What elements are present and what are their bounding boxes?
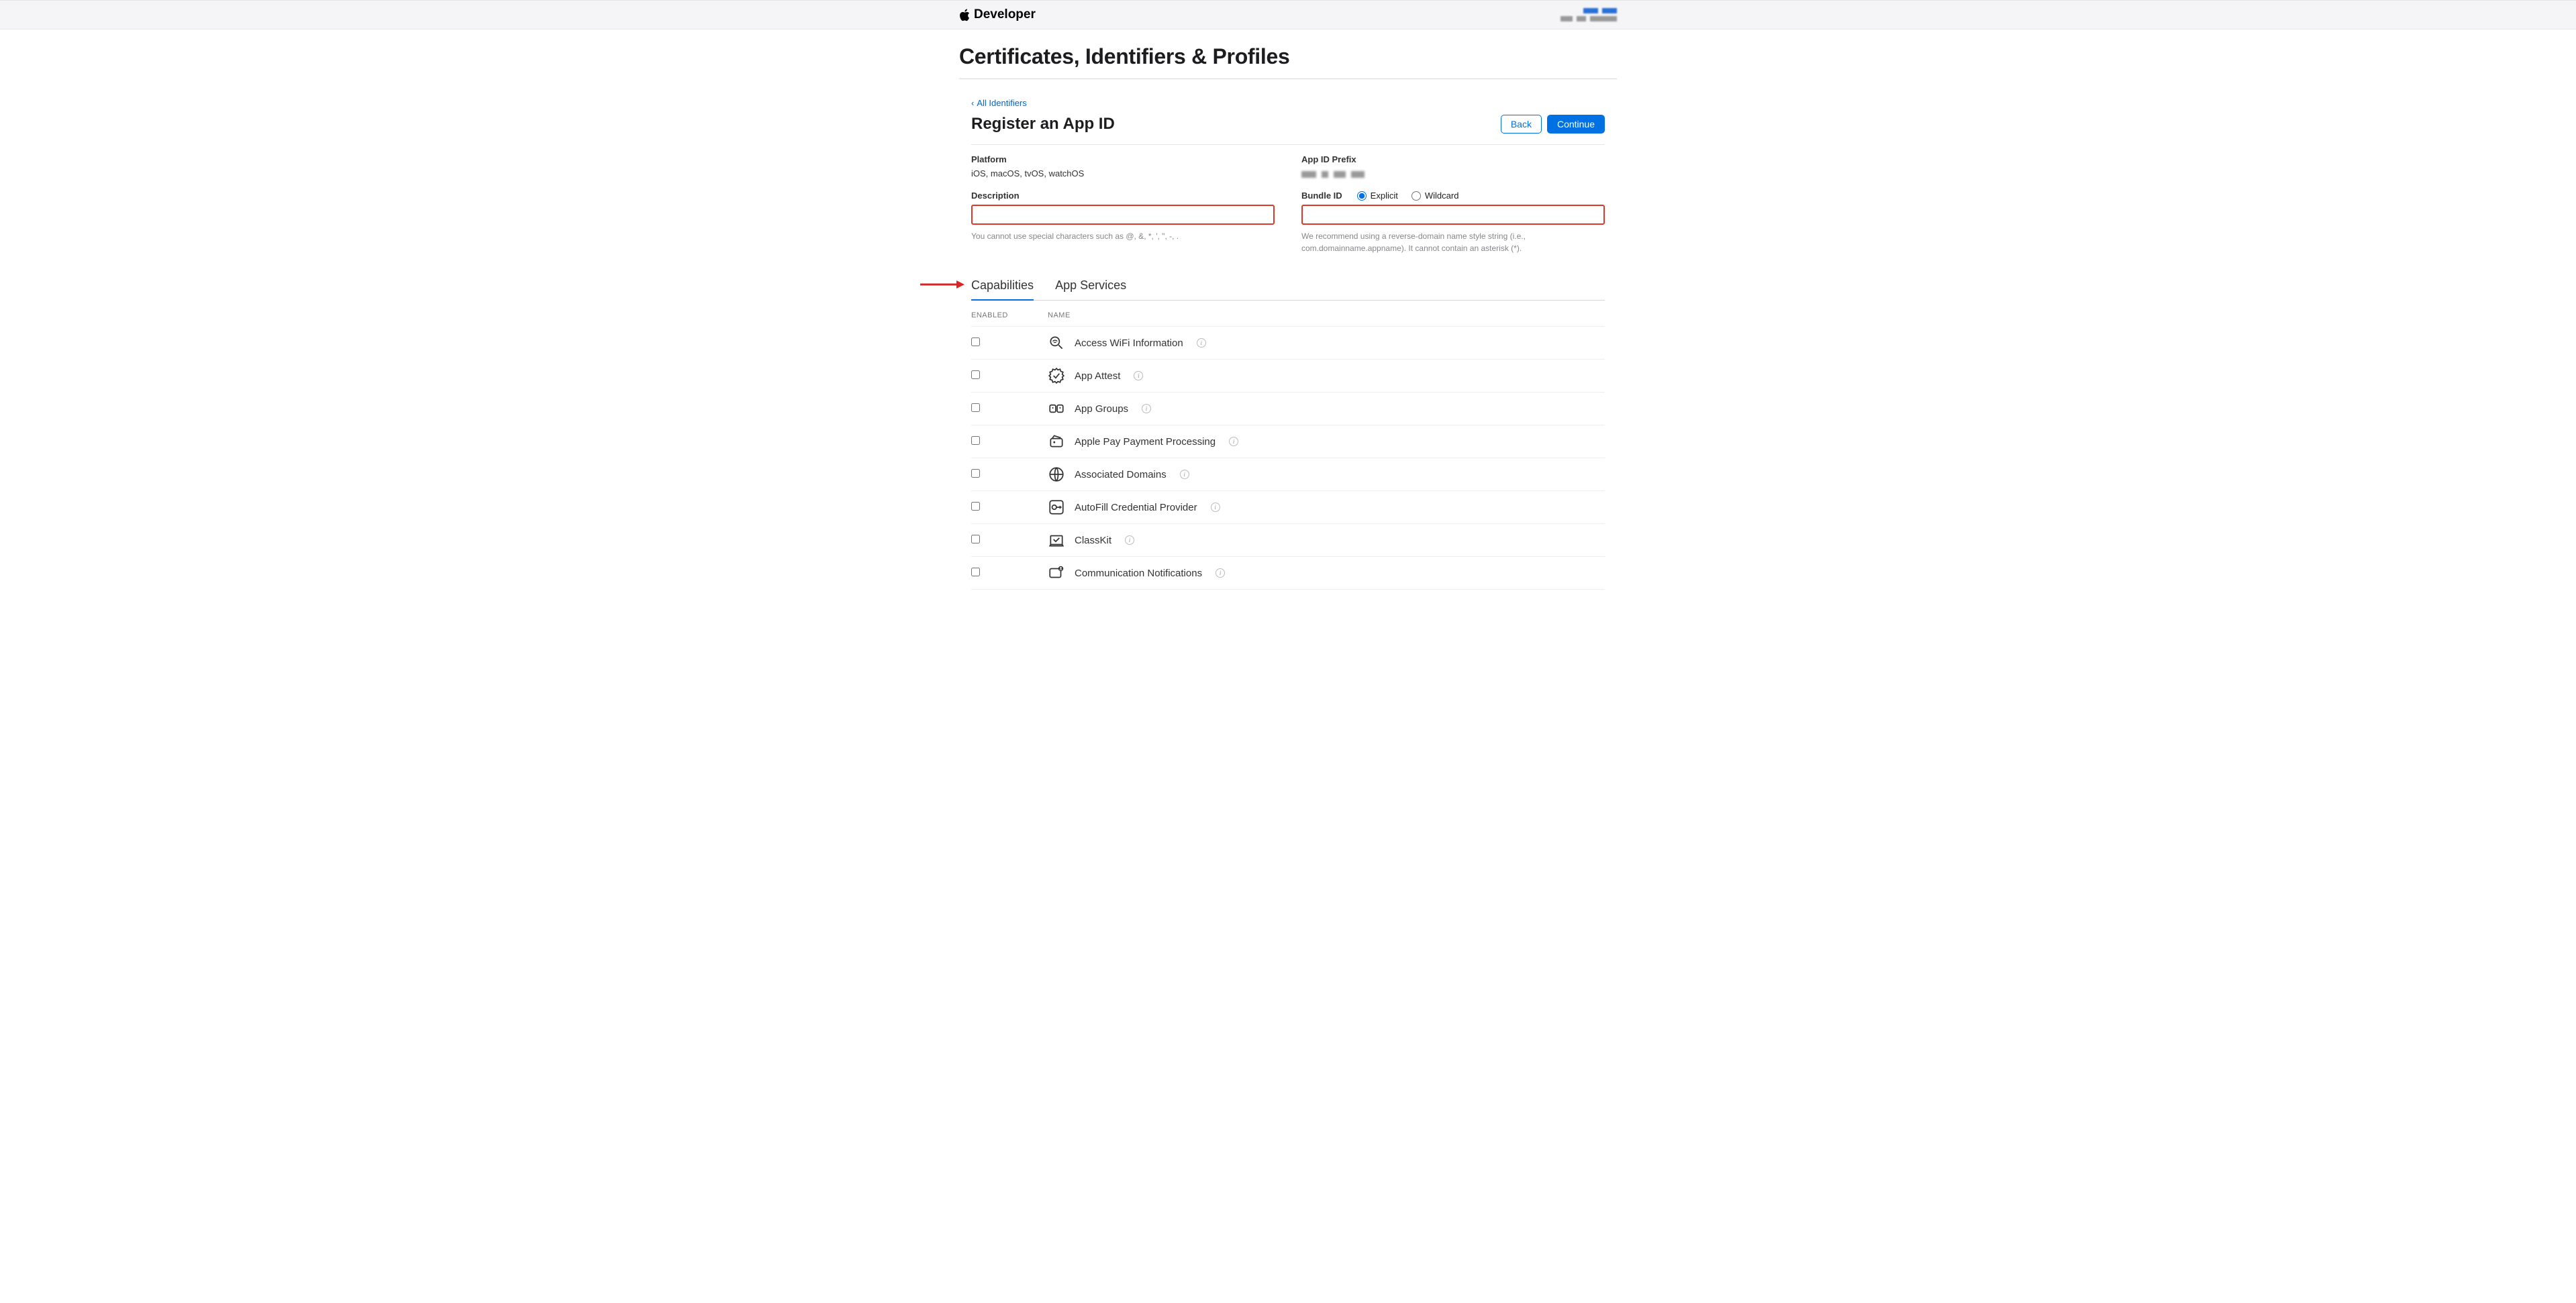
globe-icon (1048, 466, 1065, 483)
key-icon (1048, 499, 1065, 516)
back-button[interactable]: Back (1501, 115, 1542, 134)
info-icon[interactable]: i (1134, 371, 1143, 380)
form-title: Register an App ID (971, 115, 1115, 134)
info-icon[interactable]: i (1125, 535, 1134, 545)
capability-row: Associated Domains i (971, 458, 1605, 491)
wildcard-radio[interactable]: Wildcard (1411, 191, 1459, 201)
app-id-prefix-redacted (1301, 171, 1605, 178)
capability-row: App Attest i (971, 360, 1605, 393)
capability-name: AutoFill Credential Provider (1075, 502, 1197, 513)
capability-name: Associated Domains (1075, 469, 1167, 480)
capability-name: ClassKit (1075, 535, 1111, 546)
capability-name: App Groups (1075, 403, 1128, 415)
bundle-id-help: We recommend using a reverse-domain name… (1301, 230, 1605, 254)
column-enabled: ENABLED (971, 311, 1048, 319)
developer-brand-link[interactable]: Developer (959, 7, 1036, 22)
tab-capabilities[interactable]: Capabilities (971, 274, 1034, 301)
capability-name: Access WiFi Information (1075, 337, 1183, 349)
description-label: Description (971, 191, 1275, 201)
info-icon[interactable]: i (1197, 338, 1206, 348)
description-input[interactable] (971, 205, 1275, 225)
chevron-left-icon: ‹ (971, 98, 974, 108)
wallet-icon (1048, 433, 1065, 450)
wifi-search-icon (1048, 334, 1065, 352)
column-name: NAME (1048, 311, 1605, 319)
capability-row: AutoFill Credential Provider i (971, 491, 1605, 524)
capability-name: Apple Pay Payment Processing (1075, 436, 1216, 448)
capability-checkbox[interactable] (971, 337, 980, 346)
explicit-radio[interactable]: Explicit (1357, 191, 1398, 201)
info-icon[interactable]: i (1229, 437, 1238, 446)
app-id-prefix-label: App ID Prefix (1301, 154, 1605, 164)
capability-checkbox[interactable] (971, 502, 980, 511)
description-help: You cannot use special characters such a… (971, 230, 1275, 242)
classkit-icon (1048, 531, 1065, 549)
tab-app-services[interactable]: App Services (1055, 274, 1126, 301)
info-icon[interactable]: i (1142, 404, 1151, 413)
capability-checkbox[interactable] (971, 403, 980, 412)
all-identifiers-link[interactable]: ‹ All Identifiers (971, 98, 1027, 108)
capability-checkbox[interactable] (971, 436, 980, 445)
capability-checkbox[interactable] (971, 370, 980, 379)
capability-row: Apple Pay Payment Processing i (971, 425, 1605, 458)
info-icon[interactable]: i (1180, 470, 1189, 479)
capability-row: ClassKit i (971, 524, 1605, 557)
capability-checkbox[interactable] (971, 535, 980, 543)
capability-row: Access WiFi Information i (971, 327, 1605, 360)
apple-logo-icon (959, 9, 970, 21)
capability-name: App Attest (1075, 370, 1120, 382)
capability-checkbox[interactable] (971, 469, 980, 478)
platform-label: Platform (971, 154, 1275, 164)
info-icon[interactable]: i (1216, 568, 1225, 578)
capability-name: Communication Notifications (1075, 568, 1202, 579)
capability-checkbox[interactable] (971, 568, 980, 576)
badge-check-icon (1048, 367, 1065, 384)
account-info-redacted (1561, 8, 1617, 21)
continue-button[interactable]: Continue (1547, 115, 1605, 134)
capability-row: Communication Notifications i (971, 557, 1605, 590)
info-icon[interactable]: i (1211, 503, 1220, 512)
bundle-id-input[interactable] (1301, 205, 1605, 225)
comm-notif-icon (1048, 564, 1065, 582)
platform-value: iOS, macOS, tvOS, watchOS (971, 168, 1275, 178)
capability-row: App Groups i (971, 393, 1605, 425)
bundle-id-label: Bundle ID (1301, 191, 1342, 201)
groups-icon (1048, 400, 1065, 417)
brand-text: Developer (974, 7, 1036, 22)
page-title: Certificates, Identifiers & Profiles (959, 30, 1617, 79)
annotation-arrow-icon (920, 278, 964, 291)
